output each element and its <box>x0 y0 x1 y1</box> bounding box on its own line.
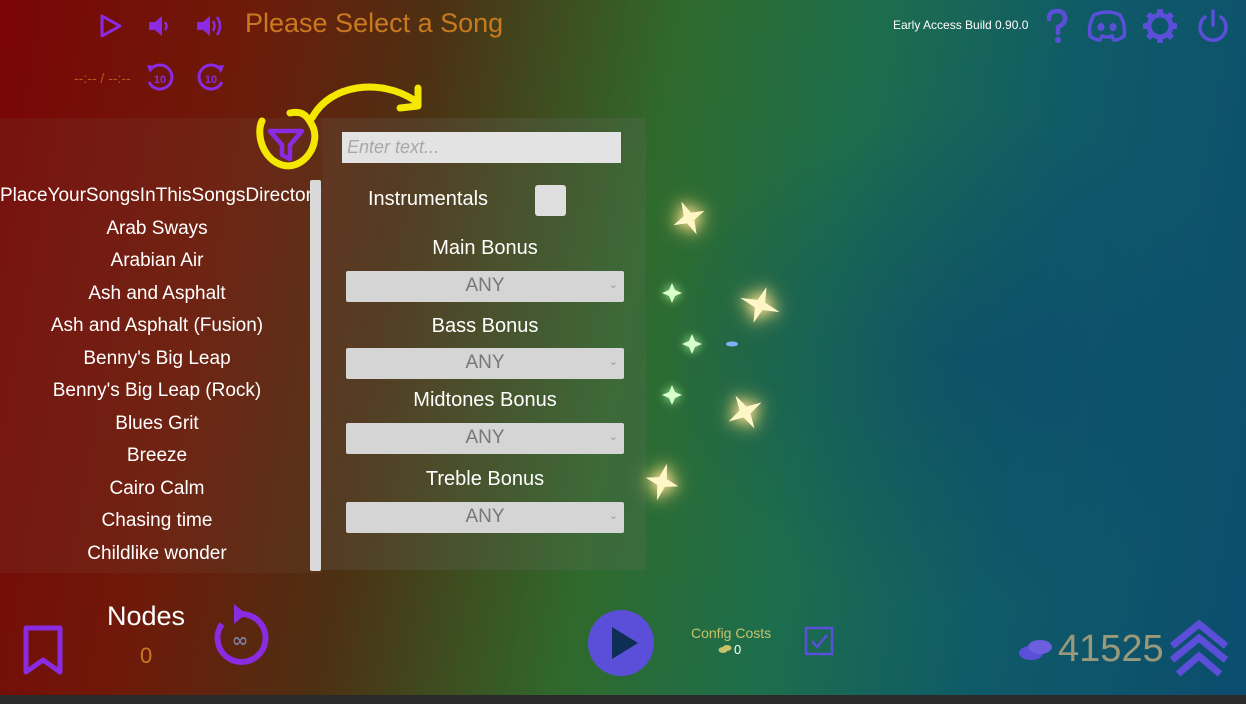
song-title: Please Select a Song <box>245 8 504 38</box>
list-item[interactable]: Breeze <box>0 443 314 476</box>
volume-low-icon <box>149 16 168 36</box>
instrumentals-checkbox[interactable] <box>535 185 566 216</box>
checkbox-icon <box>804 626 834 656</box>
list-item[interactable]: Benny's Big Leap (Rock) <box>0 378 314 411</box>
bookmark-button[interactable] <box>22 624 64 676</box>
play-button[interactable] <box>588 610 654 676</box>
coin-balance: 41525 <box>1058 628 1164 670</box>
midtones-bonus-label: Midtones Bonus <box>413 389 557 411</box>
time-readout: --:-- / --:-- <box>74 70 131 86</box>
svg-text:∞: ∞ <box>232 628 249 652</box>
bass-bonus-label: Bass Bonus <box>431 315 539 337</box>
nodes-value: 0 <box>140 643 153 668</box>
help-icon <box>1046 8 1068 43</box>
yellow-ship-sprite <box>643 461 681 503</box>
config-costs-label: Config Costs <box>691 625 772 641</box>
green-ship-sprite <box>680 332 704 356</box>
list-item[interactable]: Ash and Asphalt <box>0 281 314 314</box>
config-confirm-checkbox[interactable] <box>804 626 834 656</box>
power-icon <box>1198 9 1228 42</box>
yellow-ship-sprite <box>724 391 766 433</box>
treble-bonus-value: ANY <box>465 506 505 527</box>
bass-bonus-value: ANY <box>465 352 505 373</box>
highlight-arrow-annotation <box>300 78 430 138</box>
nodes-title: Nodes <box>107 601 186 631</box>
chevron-down-icon: ⌄ <box>608 356 618 368</box>
volume-high-icon <box>197 16 222 36</box>
list-item[interactable]: Childlike wonder <box>0 541 314 574</box>
list-item[interactable]: Cairo Calm <box>0 476 314 509</box>
help-button[interactable] <box>1045 8 1069 44</box>
list-item[interactable]: PlaceYourSongsInThisSongsDirectory <box>0 183 321 216</box>
treble-bonus-label: Treble Bonus <box>425 468 545 490</box>
window-bottom-border <box>0 695 1246 704</box>
midtones-bonus-value: ANY <box>465 427 505 448</box>
skip-back-button[interactable]: 10 <box>143 60 177 94</box>
treble-bonus-select[interactable]: ANY ⌄ <box>346 502 624 533</box>
main-bonus-label: Main Bonus <box>432 237 538 259</box>
bookmark-icon <box>23 625 63 675</box>
chevron-down-icon: ⌄ <box>608 279 618 291</box>
forward-10-icon: 10 <box>197 63 224 91</box>
chevron-down-icon: ⌄ <box>608 431 618 443</box>
list-item[interactable]: Arab Sways <box>0 216 314 249</box>
list-item[interactable]: Ash and Asphalt (Fusion) <box>0 313 314 346</box>
song-list: PlaceYourSongsInThisSongsDirectory Arab … <box>0 183 321 574</box>
instrumentals-label: Instrumentals <box>368 188 489 210</box>
loop-button[interactable]: ∞ <box>208 602 272 670</box>
gear-icon <box>1143 9 1177 43</box>
volume-up-button[interactable] <box>194 11 228 41</box>
play-icon <box>100 14 122 38</box>
yellow-ship-sprite <box>737 284 783 326</box>
song-list-scrollbar[interactable] <box>310 180 321 571</box>
list-item[interactable]: Benny's Big Leap <box>0 346 314 379</box>
config-costs-value: 0 <box>734 642 742 657</box>
coins-icon <box>1018 637 1054 663</box>
rewind-10-icon: 10 <box>147 63 174 91</box>
list-item[interactable]: Blues Grit <box>0 411 314 444</box>
power-button[interactable] <box>1195 8 1231 44</box>
upgrade-chevrons-icon <box>1169 620 1229 677</box>
build-version: Early Access Build 0.90.0 <box>893 18 1029 32</box>
discord-icon <box>1087 10 1127 42</box>
play-small-button[interactable] <box>99 13 123 39</box>
main-bonus-value: ANY <box>465 275 505 296</box>
coins-small-icon <box>718 644 732 654</box>
skip-forward-button[interactable]: 10 <box>194 60 228 94</box>
upgrade-button[interactable] <box>1168 620 1230 680</box>
green-ship-sprite <box>660 383 684 407</box>
main-bonus-select[interactable]: ANY ⌄ <box>346 271 624 302</box>
chevron-down-icon: ⌄ <box>608 510 618 522</box>
list-item[interactable]: Chasing time <box>0 508 314 541</box>
discord-button[interactable] <box>1086 9 1128 43</box>
volume-down-button[interactable] <box>146 12 172 40</box>
play-icon <box>588 610 654 676</box>
infinite-loop-icon: ∞ <box>214 604 269 665</box>
search-input[interactable] <box>342 132 621 163</box>
curved-arrow-icon <box>308 83 422 122</box>
green-ship-sprite <box>660 281 684 305</box>
settings-button[interactable] <box>1142 8 1178 44</box>
skip-forward-label: 10 <box>205 74 217 86</box>
bass-bonus-select[interactable]: ANY ⌄ <box>346 348 624 379</box>
midtones-bonus-select[interactable]: ANY ⌄ <box>346 423 624 454</box>
list-item[interactable]: Arabian Air <box>0 248 314 281</box>
blue-projectile <box>724 340 740 348</box>
skip-back-label: 10 <box>154 74 166 86</box>
yellow-ship-sprite <box>670 198 708 238</box>
